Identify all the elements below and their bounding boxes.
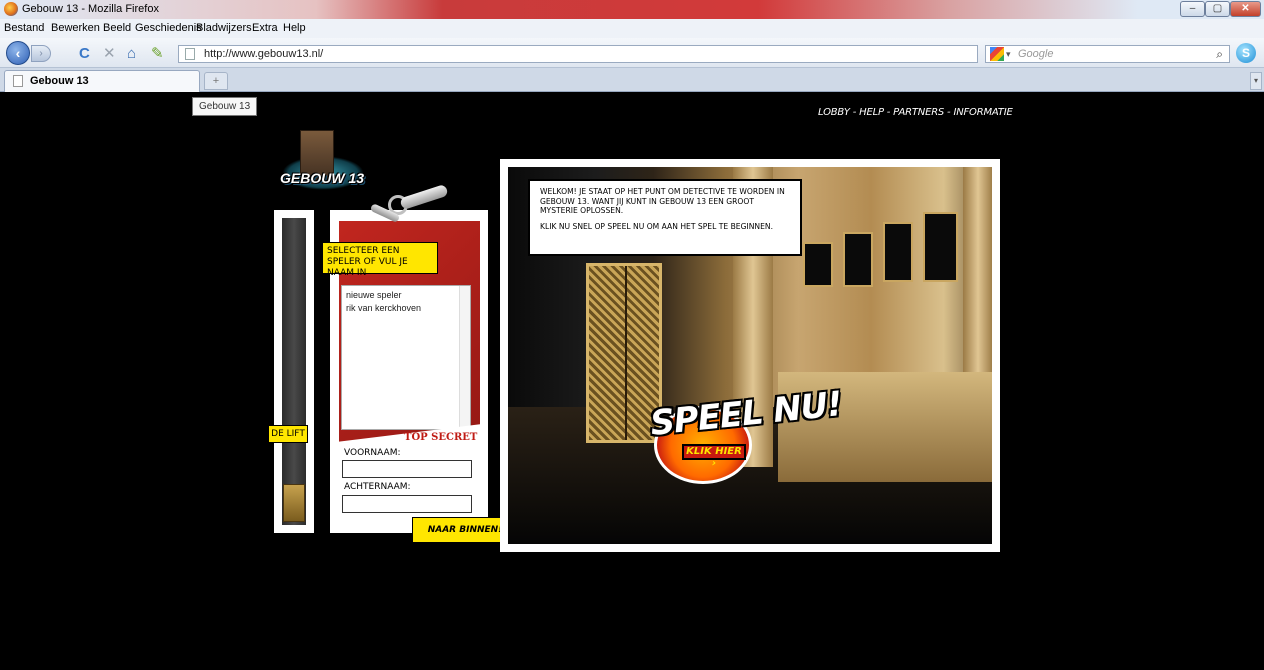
menu-extra[interactable]: Extra <box>252 22 278 34</box>
welcome-text: WELKOM! JE STAAT OP HET PUNT OM DETECTIV… <box>540 187 785 215</box>
bookmark-icon[interactable]: ✎ <box>151 46 164 61</box>
search-icon[interactable]: ⌕ <box>1216 46 1223 62</box>
page-content: LOBBY - HELP - PARTNERS - INFORMATIE GEB… <box>0 92 1264 670</box>
tab-tooltip: Gebouw 13 <box>192 97 258 116</box>
logo-text: GEBOUW 13 <box>280 170 365 186</box>
engine-dropdown-icon[interactable]: ▾ <box>1006 46 1011 62</box>
new-tab-button[interactable]: + <box>204 72 228 90</box>
lobby-window <box>883 222 913 282</box>
welcome-speech-box: WELKOM! JE STAAT OP HET PUNT OM DETECTIV… <box>528 179 802 256</box>
top-secret-stamp: TOP SECRET <box>404 432 478 443</box>
menu-bladwijzers[interactable]: Bladwijzers <box>196 22 252 34</box>
skype-icon[interactable]: S <box>1236 43 1256 63</box>
lobby-window <box>923 212 958 282</box>
click-here-text: KLIK HIER › <box>682 444 746 469</box>
close-window-button[interactable]: ✕ <box>1230 1 1261 17</box>
player-rik[interactable]: rik van kerckhoven <box>346 302 466 315</box>
menu-geschiedenis[interactable]: Geschiedenis <box>135 22 202 34</box>
voornaam-field[interactable] <box>342 460 472 478</box>
player-list-scrollbar[interactable] <box>459 286 470 429</box>
welcome-instruction: KLIK NU SNEL OP SPEEL NU OM AAN HET SPEL… <box>540 221 773 231</box>
play-now-button[interactable]: SPEEL NU! KLIK HIER › <box>648 384 844 484</box>
site-top-nav[interactable]: LOBBY - HELP - PARTNERS - INFORMATIE <box>818 107 1013 118</box>
achternaam-label: ACHTERNAAM: <box>344 482 411 492</box>
voornaam-label: VOORNAAM: <box>344 448 401 458</box>
menu-help[interactable]: Help <box>283 22 306 34</box>
tab-label: Gebouw 13 <box>30 75 89 87</box>
url-text[interactable]: http://www.gebouw13.nl/ <box>204 46 323 62</box>
address-bar[interactable]: http://www.gebouw13.nl/ ☆ ▾ <box>178 45 1153 63</box>
lift-label: DE LIFT <box>268 425 308 443</box>
menu-bestand[interactable]: Bestand <box>4 22 44 34</box>
window-title: Gebouw 13 - Mozilla Firefox <box>22 3 159 15</box>
stop-icon[interactable]: ✕ <box>103 46 116 61</box>
tab-strip: Gebouw 13 + ▾ <box>0 68 1264 92</box>
menu-beeld[interactable]: Beeld <box>103 22 131 34</box>
lobby-window <box>843 232 873 287</box>
tab-list-button[interactable]: ▾ <box>1250 72 1262 90</box>
lift-shaft <box>282 218 306 525</box>
back-button[interactable]: ‹ <box>6 41 30 65</box>
reload-icon[interactable]: C <box>79 46 90 61</box>
page-icon <box>13 75 23 87</box>
lobby-window <box>803 242 833 287</box>
gebouw13-logo[interactable]: GEBOUW 13 <box>278 130 368 202</box>
google-icon[interactable] <box>990 47 1004 61</box>
lift-car[interactable] <box>283 484 305 522</box>
tab-gebouw13[interactable]: Gebouw 13 <box>4 70 200 92</box>
player-new[interactable]: nieuwe speler <box>346 289 466 302</box>
minimize-button[interactable]: – <box>1180 1 1205 17</box>
firefox-icon <box>4 2 18 16</box>
search-bar[interactable]: ▾ Google ⌕ <box>985 45 1230 63</box>
player-list[interactable]: nieuwe speler rik van kerckhoven <box>341 285 471 430</box>
page-icon <box>185 48 195 60</box>
keys-icon <box>360 183 460 227</box>
forward-button[interactable]: › <box>31 45 51 62</box>
achternaam-field[interactable] <box>342 495 472 513</box>
menu-bar: Bestand Bewerken Beeld Geschiedenis Blad… <box>0 19 1264 38</box>
home-icon[interactable]: ⌂ <box>127 46 136 61</box>
search-placeholder[interactable]: Google <box>1018 46 1053 62</box>
menu-bewerken[interactable]: Bewerken <box>51 22 100 34</box>
window-titlebar: Gebouw 13 - Mozilla Firefox – ▢ ✕ <box>0 0 1264 19</box>
navigation-toolbar: ‹ › C ✕ ⌂ ✎ http://www.gebouw13.nl/ ☆ ▾ … <box>0 38 1264 68</box>
select-player-label: SELECTEER EEN SPELER OF VUL JE NAAM IN <box>322 242 438 278</box>
maximize-button[interactable]: ▢ <box>1205 1 1230 17</box>
